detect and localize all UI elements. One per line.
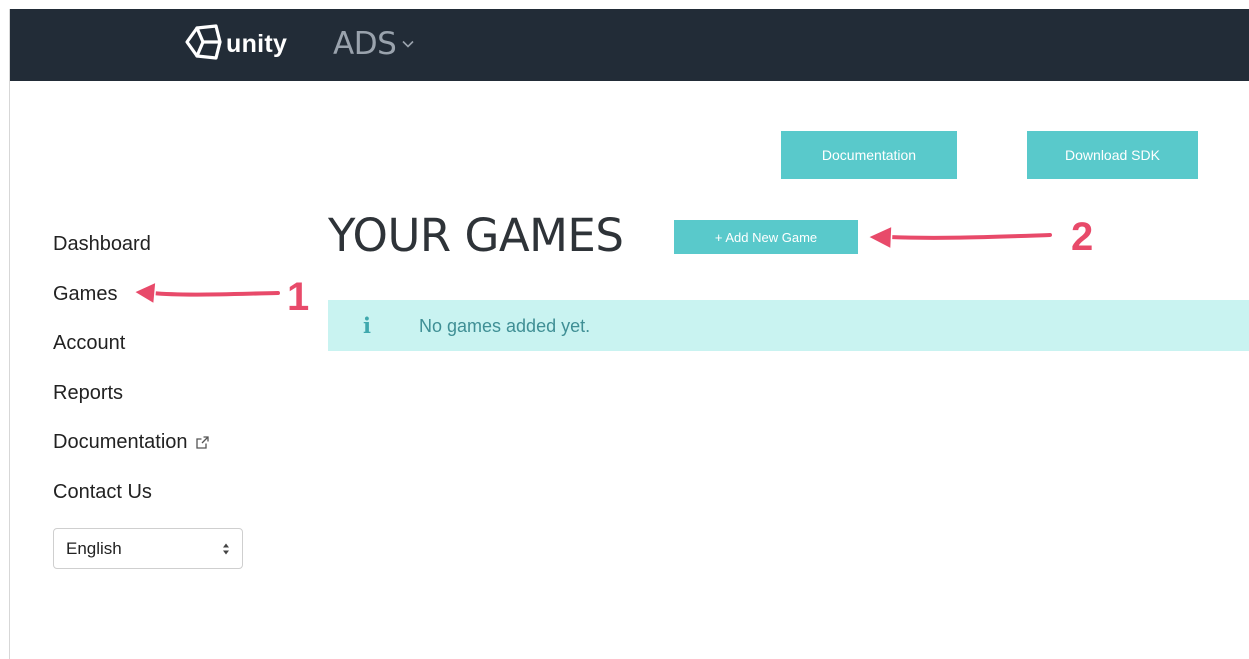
sidebar-item-label: Contact Us — [53, 480, 152, 503]
sidebar-item-label: Reports — [53, 381, 124, 404]
sidebar-item-documentation[interactable]: Documentation — [53, 424, 210, 460]
language-select[interactable]: English — [53, 528, 243, 569]
page: unity ADS Documentation Download SDK YOU… — [0, 0, 1249, 659]
sidebar-item-reports[interactable]: Reports — [53, 375, 123, 411]
external-link-icon — [195, 435, 210, 450]
add-new-game-button[interactable]: + Add New Game — [674, 220, 858, 254]
chevron-down-icon — [402, 40, 414, 48]
annotation-arrow-2 — [867, 225, 1054, 250]
sidebar-item-dashboard[interactable]: Dashboard — [53, 226, 151, 262]
unity-cube-icon — [184, 23, 222, 65]
info-icon: i — [363, 313, 371, 338]
sidebar-item-games[interactable]: Games — [53, 276, 117, 312]
annotation-number-1: 1 — [287, 275, 309, 319]
download-sdk-button[interactable]: Download SDK — [1027, 131, 1198, 179]
annotation-number-2: 2 — [1071, 215, 1093, 259]
language-select-value: English — [66, 538, 122, 558]
sidebar-item-contact-us[interactable]: Contact Us — [53, 474, 152, 510]
sidebar-item-account[interactable]: Account — [53, 325, 125, 361]
product-switcher[interactable]: ADS — [333, 24, 414, 64]
sidebar-item-label: Documentation — [53, 430, 188, 453]
sidebar-item-label: Dashboard — [53, 232, 151, 255]
info-message: i No games added yet. — [328, 300, 1249, 351]
documentation-button[interactable]: Documentation — [781, 131, 957, 179]
sidebar-item-label: Games — [53, 282, 118, 305]
sidebar-item-label: Account — [53, 331, 126, 354]
product-name: ADS — [333, 26, 397, 62]
info-message-text: No games added yet. — [419, 316, 591, 336]
annotation-arrow-1 — [133, 281, 282, 305]
page-title: YOUR GAMES — [328, 209, 624, 262]
select-arrows-icon — [222, 541, 230, 562]
unity-logo[interactable]: unity — [184, 23, 288, 65]
logo-text: unity — [226, 29, 288, 58]
page-edge — [9, 9, 10, 659]
